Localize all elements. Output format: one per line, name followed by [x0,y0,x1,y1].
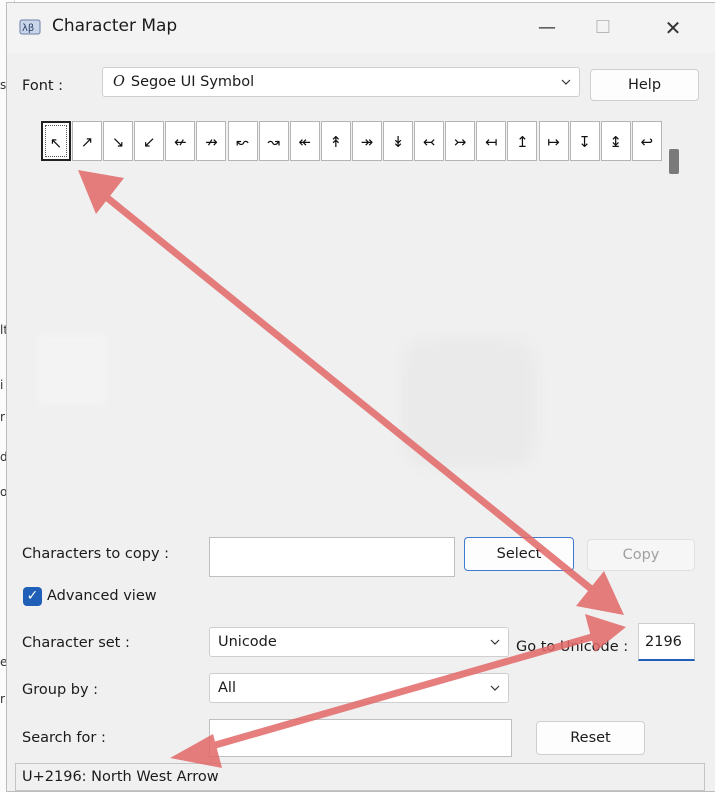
character-cell[interactable]: ↧ [569,121,600,161]
window-title: Character Map [52,16,178,36]
character-cell[interactable]: ↙ [134,121,165,161]
chevron-down-icon [490,639,500,645]
character-cell[interactable]: ↩ [631,121,662,161]
reset-button[interactable]: Reset [536,721,645,755]
character-cell[interactable]: ↟ [320,121,351,161]
character-set-select[interactable]: Unicode [209,627,509,657]
title-bar[interactable]: λβ Character Map — ☐ ✕ [7,3,715,53]
character-set-label: Character set : [22,635,130,651]
minimize-button[interactable]: — [519,3,575,53]
character-cell[interactable]: ↡ [383,121,414,161]
character-set-value: Unicode [218,634,277,650]
character-cell[interactable]: ↚ [165,121,196,161]
chevron-down-icon [490,685,500,691]
maximize-button[interactable]: ☐ [575,3,631,53]
character-cell[interactable]: ↘ [103,121,134,161]
character-cell[interactable]: ↢ [414,121,445,161]
go-to-unicode-input[interactable]: 2196 [638,623,695,661]
close-button[interactable]: ✕ [645,3,701,53]
select-button[interactable]: Select [464,537,574,571]
character-cell[interactable]: ↣ [445,121,476,161]
character-cell[interactable]: ↥ [507,121,538,161]
character-cell[interactable]: ↤ [476,121,507,161]
help-button[interactable]: Help [590,69,699,101]
character-map-window: λβ Character Map — ☐ ✕ Font : 𝑂 Segoe UI … [6,2,715,792]
blurred-region [37,335,107,405]
group-by-select[interactable]: All [209,673,509,703]
characters-to-copy-label: Characters to copy : [22,546,170,562]
advanced-view-checkbox[interactable]: ✓ [23,587,42,606]
search-input[interactable] [209,719,512,757]
font-type-icon: 𝑂 [113,74,125,90]
search-for-label: Search for : [22,730,106,746]
status-bar: U+2196: North West Arrow [15,763,705,791]
font-select[interactable]: 𝑂 Segoe UI Symbol [102,67,580,97]
font-label: Font : [22,78,64,94]
character-cell[interactable]: ↞ [289,121,320,161]
character-cell[interactable]: ↦ [538,121,569,161]
advanced-view-label[interactable]: Advanced view [47,588,157,604]
group-by-value: All [218,680,236,696]
grid-scrollbar-thumb[interactable] [669,149,679,174]
character-map-app-icon: λβ [19,19,41,35]
characters-to-copy-input[interactable] [209,537,455,577]
character-cell[interactable]: ↛ [196,121,227,161]
go-to-unicode-label: Go to Unicode : [516,639,629,655]
blurred-region [402,338,537,468]
copy-button[interactable]: Copy [587,539,695,571]
character-cell[interactable]: ↝ [258,121,289,161]
character-cell[interactable]: ↠ [351,121,382,161]
font-select-value: Segoe UI Symbol [130,74,255,90]
character-grid[interactable]: ↖ ↗ ↘ ↙ ↚ ↛ ↜ ↝ ↞ ↟ ↠ ↡ ↢ ↣ ↤ ↥ ↦ ↧ ↨ ↩ [41,121,663,163]
character-cell[interactable]: ↗ [72,121,103,161]
character-cell[interactable]: ↖ [41,121,71,161]
character-cell[interactable]: ↨ [600,121,631,161]
group-by-label: Group by : [22,682,99,698]
character-cell[interactable]: ↜ [227,121,258,161]
chevron-down-icon [561,79,571,85]
svg-text:λβ: λβ [22,23,34,34]
